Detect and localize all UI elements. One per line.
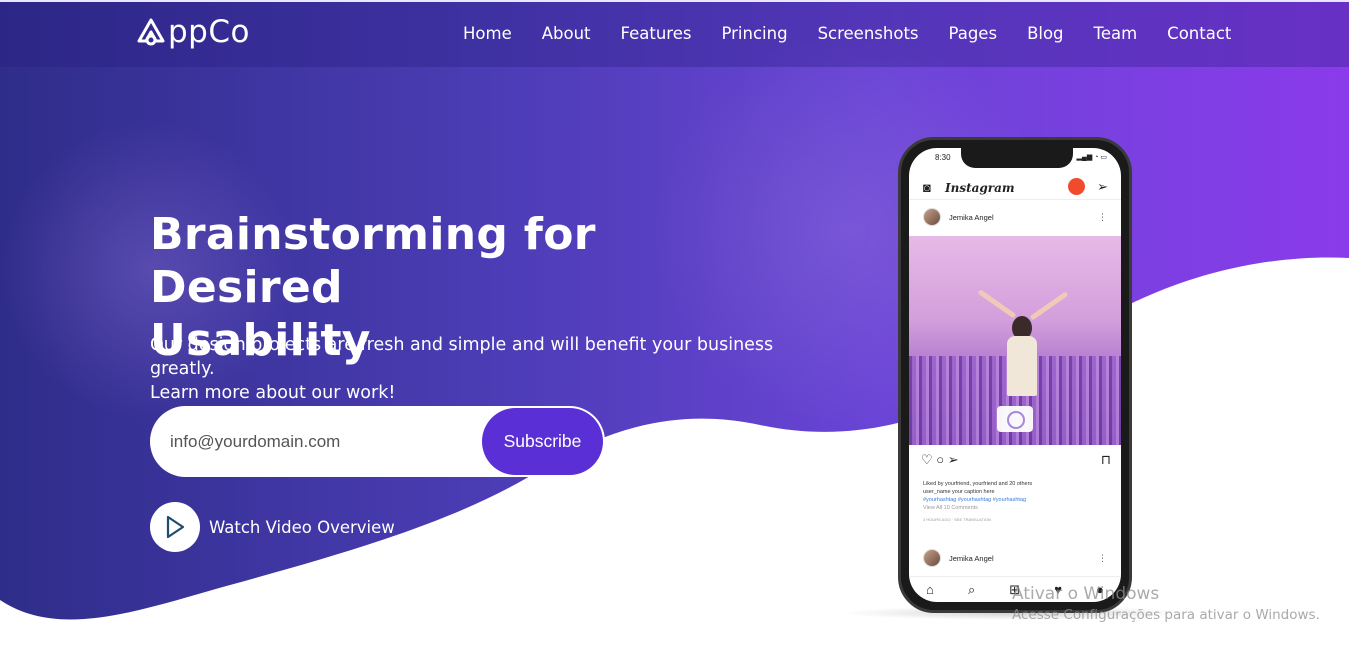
hero-subtitle-line1: Our design projects are fresh and simple…	[150, 335, 774, 379]
watermark-line1: Ativar o Windows	[1012, 584, 1160, 604]
status-time: 8:30	[935, 153, 951, 162]
heart-icon: ♡	[921, 452, 933, 467]
more-options-icon: ⋮	[1098, 212, 1107, 222]
nav-features[interactable]: Features	[621, 24, 692, 43]
bookmark-icon: ⊓	[1100, 452, 1111, 467]
post-figure-arm-right	[1029, 291, 1069, 321]
phone-screen: 8:30 ▂▄▆ ◔ ▭ ◙ Instagram ➢ Jemika Angel …	[909, 148, 1121, 602]
post-figure-body	[1007, 336, 1037, 396]
play-button[interactable]	[150, 502, 200, 552]
post-actions: ♡ ○ ➢ ⊓	[921, 452, 1111, 470]
instagram-logo: Instagram	[945, 181, 1015, 195]
nav-pricing[interactable]: Princing	[721, 24, 787, 43]
instagram-header: ◙ Instagram ➢	[909, 174, 1121, 200]
live-icon	[1068, 178, 1085, 195]
avatar-2	[923, 549, 941, 567]
nav-pages[interactable]: Pages	[949, 24, 998, 43]
hashtags-text: #yourhashtag #yourhashtag #yourhashtag	[923, 497, 1027, 503]
camera-icon: ◙	[923, 180, 931, 195]
post-details: Liked by yourfriend, yourfriend and 20 o…	[923, 480, 1113, 524]
post-meta: 2 HOURS AGO · SEE TRANSLATION	[923, 517, 991, 522]
camera-badge-icon	[997, 406, 1033, 432]
logo-mark-icon	[137, 18, 165, 46]
hero-subtitle: Our design projects are fresh and simple…	[150, 333, 810, 405]
subscribe-form: Subscribe	[150, 406, 605, 477]
nav-blog[interactable]: Blog	[1027, 24, 1063, 43]
comment-icon: ○	[936, 452, 945, 467]
nav-contact[interactable]: Contact	[1167, 24, 1231, 43]
brand-name: ppCo	[168, 14, 250, 50]
likes-text: Liked by yourfriend, yourfriend and 20 o…	[923, 481, 1033, 487]
post-figure-arm-left	[977, 289, 1017, 319]
post-image	[909, 236, 1121, 445]
nav-team[interactable]: Team	[1094, 24, 1138, 43]
phone-notch	[961, 148, 1073, 168]
hero-title-line1: Brainstorming for Desired	[150, 209, 596, 313]
windows-activation-watermark: Ativar o Windows Acesse Configurações pa…	[1012, 584, 1320, 623]
caption-text: user_name your caption here	[923, 489, 995, 495]
main-menu: Home About Features Princing Screenshots…	[448, 24, 1246, 43]
more-options-icon-2: ⋮	[1098, 553, 1107, 563]
nav-screenshots[interactable]: Screenshots	[818, 24, 919, 43]
nav-home[interactable]: Home	[463, 24, 512, 43]
post-username-2: Jemika Angel	[949, 553, 994, 563]
watch-video-label: Watch Video Overview	[209, 517, 395, 537]
navbar: ppCo Home About Features Princing Screen…	[0, 2, 1349, 67]
phone-mockup: 8:30 ▂▄▆ ◔ ▭ ◙ Instagram ➢ Jemika Angel …	[898, 137, 1132, 613]
avatar	[923, 208, 941, 226]
watch-video-link[interactable]: Watch Video Overview	[150, 502, 395, 552]
comments-link: View All 10 Comments	[923, 505, 978, 511]
search-icon: ⌕	[967, 581, 976, 597]
email-input[interactable]	[170, 426, 470, 458]
nav-about[interactable]: About	[542, 24, 591, 43]
share-icon: ➢	[947, 452, 959, 467]
status-signal-icon: ▂▄▆ ◔ ▭	[1076, 154, 1107, 161]
post-username: Jemika Angel	[949, 212, 994, 222]
home-icon: ⌂	[926, 582, 934, 597]
play-icon	[166, 515, 185, 539]
post-header-2: Jemika Angel	[923, 549, 994, 567]
watermark-line2: Acesse Configurações para ativar o Windo…	[1012, 607, 1320, 623]
hero-subtitle-line2: Learn more about our work!	[150, 383, 396, 403]
send-icon: ➢	[1097, 179, 1108, 194]
post-header: Jemika Angel	[923, 208, 994, 226]
brand-logo[interactable]: ppCo	[136, 12, 250, 52]
subscribe-button[interactable]: Subscribe	[482, 408, 603, 475]
